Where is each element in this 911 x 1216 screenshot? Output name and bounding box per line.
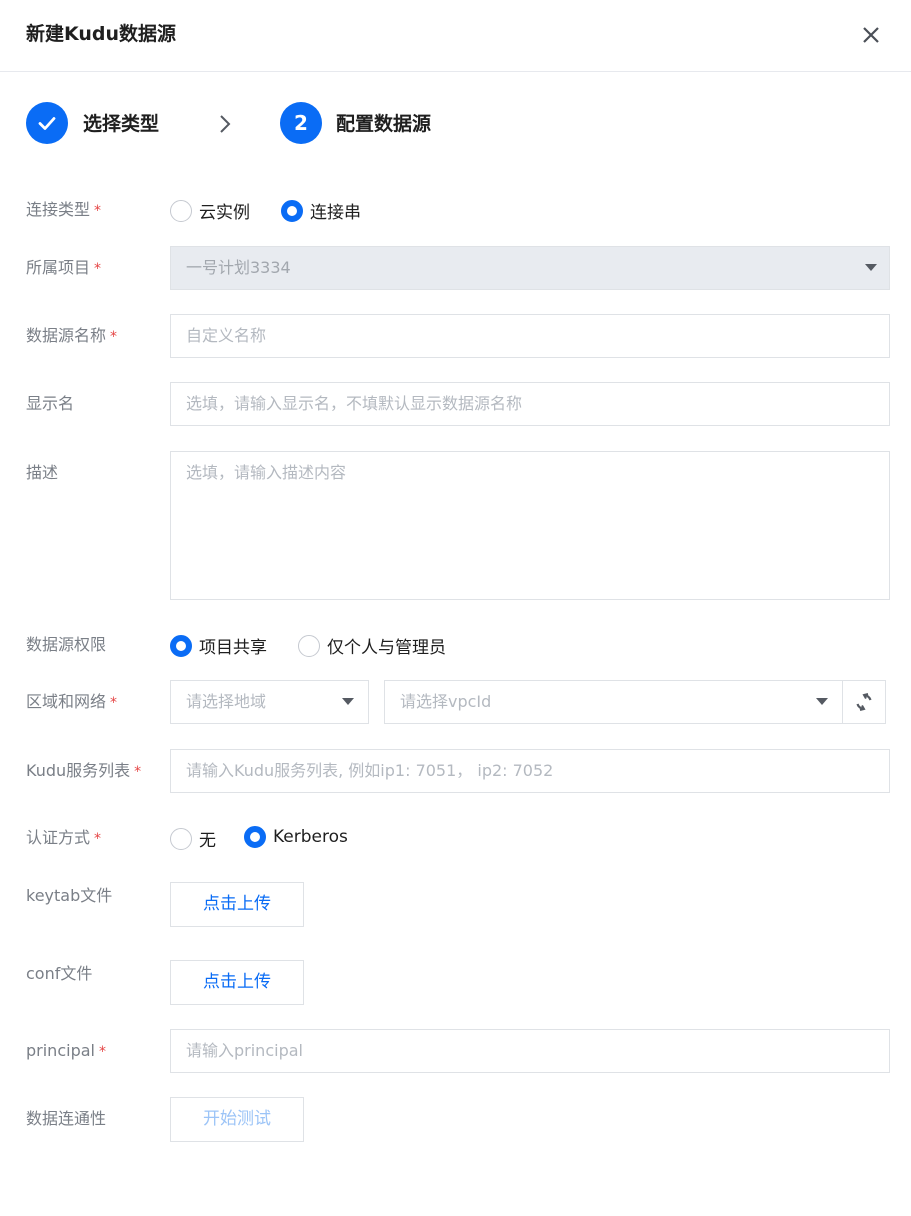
radio-circle <box>170 827 192 850</box>
required-mark: * <box>94 831 102 847</box>
connection-type-label: 连接类型 * <box>26 200 102 219</box>
step-1-done-circle <box>26 102 68 144</box>
radio-circle-selected <box>170 634 192 657</box>
radio-cloud-instance[interactable]: 云实例 <box>170 198 250 223</box>
principal-label: principal * <box>26 1041 106 1060</box>
display-name-input[interactable]: 选填，请输入显示名，不填默认显示数据源名称 <box>170 382 890 426</box>
required-mark: * <box>110 695 118 711</box>
keytab-label: keytab文件 <box>26 886 113 905</box>
refresh-icon <box>856 693 872 711</box>
vpc-select[interactable]: 请选择vpcId <box>384 680 843 724</box>
required-mark: * <box>134 764 142 780</box>
principal-input[interactable]: 请输入principal <box>170 1029 890 1073</box>
required-mark: * <box>98 1044 106 1060</box>
project-select[interactable]: 一号计划3334 <box>170 246 890 290</box>
radio-project-shared[interactable]: 项目共享 <box>170 633 267 658</box>
radio-connection-string[interactable]: 连接串 <box>281 198 361 223</box>
step-2-label: 配置数据源 <box>336 113 432 135</box>
step-2-number: 2 <box>280 102 322 144</box>
auth-label: 认证方式 * <box>26 828 102 847</box>
caret-down-icon <box>816 698 828 705</box>
dialog-title: 新建Kudu数据源 <box>26 23 177 45</box>
required-mark: * <box>110 329 118 345</box>
radio-circle <box>298 634 320 657</box>
caret-down-icon <box>342 698 354 705</box>
connectivity-label: 数据连通性 <box>26 1109 107 1128</box>
required-mark: * <box>94 261 102 277</box>
step-indicator: 选择类型 2 配置数据源 <box>26 102 886 146</box>
datasource-name-label: 数据源名称 * <box>26 326 118 345</box>
datasource-name-input[interactable]: 自定义名称 <box>170 314 890 358</box>
project-label: 所属项目 * <box>26 258 102 277</box>
description-label: 描述 <box>26 463 59 482</box>
dialog-header: 新建Kudu数据源 <box>0 0 911 72</box>
radio-circle-selected <box>281 199 303 222</box>
display-name-label: 显示名 <box>26 394 75 413</box>
kudu-services-label: Kudu服务列表 * <box>26 761 142 780</box>
region-network-label: 区域和网络 * <box>26 692 118 711</box>
radio-auth-none[interactable]: 无 <box>170 826 216 851</box>
radio-auth-kerberos[interactable]: Kerberos <box>244 826 348 848</box>
step-1-label: 选择类型 <box>83 113 160 135</box>
close-icon <box>863 27 879 43</box>
radio-personal-admin[interactable]: 仅个人与管理员 <box>298 633 446 658</box>
start-test-button[interactable]: 开始测试 <box>170 1097 304 1142</box>
radio-circle-selected <box>244 826 266 848</box>
keytab-upload-button[interactable]: 点击上传 <box>170 882 304 927</box>
conf-label: conf文件 <box>26 964 93 983</box>
check-icon <box>38 117 56 130</box>
close-button[interactable] <box>856 20 886 50</box>
conf-upload-button[interactable]: 点击上传 <box>170 960 304 1005</box>
chevron-right-icon <box>220 115 231 133</box>
caret-down-icon <box>865 264 877 271</box>
kudu-services-input[interactable]: 请输入Kudu服务列表, 例如ip1: 7051， ip2: 7052 <box>170 749 890 793</box>
region-select[interactable]: 请选择地域 <box>170 680 369 724</box>
permission-label: 数据源权限 <box>26 635 107 654</box>
description-textarea[interactable]: 选填，请输入描述内容 <box>170 451 890 600</box>
radio-circle <box>170 199 192 222</box>
required-mark: * <box>94 203 102 219</box>
refresh-button[interactable] <box>842 680 886 724</box>
